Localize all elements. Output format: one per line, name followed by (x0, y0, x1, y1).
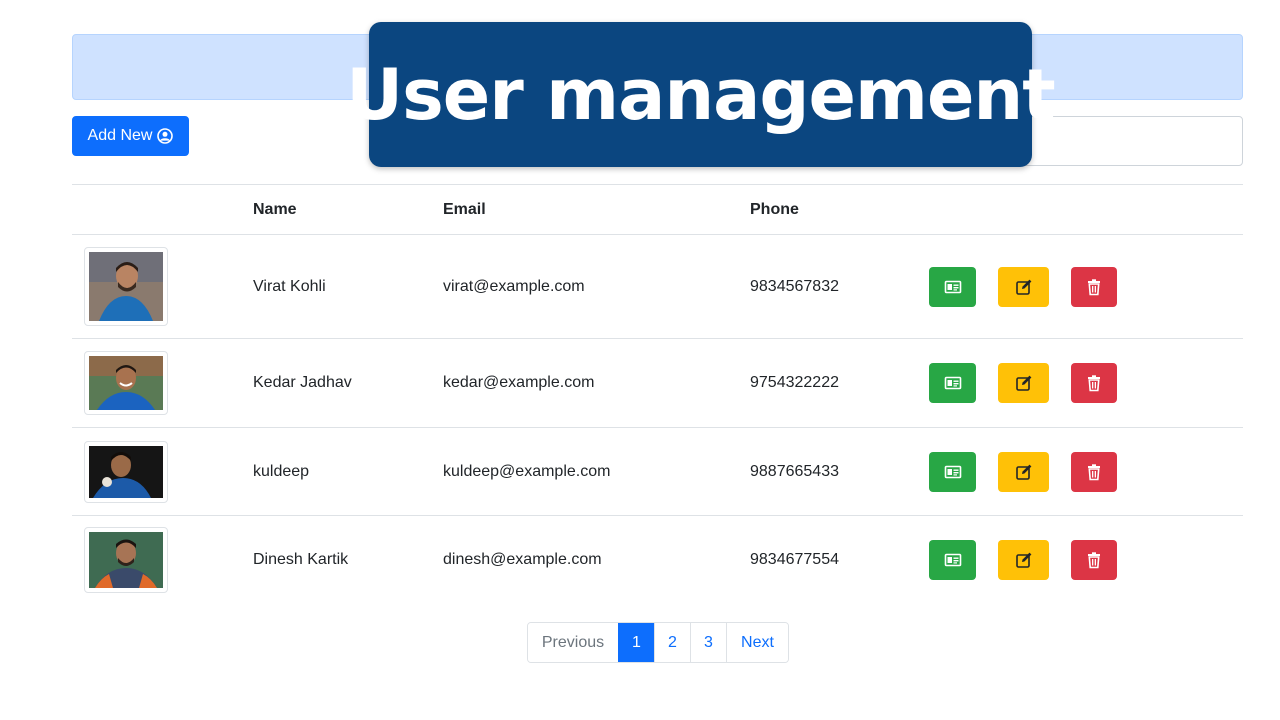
table-row: Kedar Jadhav kedar@example.com 975432222… (72, 338, 1243, 428)
trash-icon (1088, 375, 1100, 392)
user-email: kuldeep@example.com (443, 427, 750, 516)
add-new-label: Add New (87, 127, 153, 144)
delete-button[interactable] (1071, 451, 1117, 492)
pagination-previous[interactable]: Previous (528, 623, 618, 662)
user-name: Dinesh Kartik (253, 551, 349, 569)
table-row: Virat Kohli virat@example.com 9834567832 (72, 234, 1243, 339)
edit-button[interactable] (998, 540, 1049, 581)
user-circle-icon (157, 128, 174, 144)
pencil-square-icon (1015, 552, 1031, 569)
user-phone: 9834567832 (750, 234, 929, 339)
user-phone: 9887665433 (750, 427, 929, 516)
view-button[interactable] (929, 451, 976, 492)
user-phone: 9834677554 (750, 551, 839, 569)
table-row: kuldeep kuldeep@example.com 9887665433 (72, 427, 1243, 516)
user-photo (84, 247, 168, 326)
id-card-icon (944, 280, 961, 293)
user-photo (84, 527, 168, 594)
pencil-square-icon (1015, 375, 1031, 391)
title-banner-text: User management (346, 53, 1055, 136)
user-phone: 9754322222 (750, 338, 929, 428)
pagination: Previous 1 2 3 Next (527, 622, 789, 663)
user-photo (84, 440, 168, 503)
table-row: Dinesh Kartik dinesh@example.com 9834677… (72, 516, 1243, 605)
id-card-icon (944, 376, 961, 390)
user-email: kedar@example.com (443, 338, 750, 428)
view-button[interactable] (929, 363, 976, 403)
header-email: Email (443, 184, 750, 235)
header-actions (929, 184, 1243, 235)
title-banner: User management (346, 22, 1056, 167)
row-actions (929, 451, 1243, 492)
trash-icon (1088, 278, 1100, 295)
pencil-square-icon (1015, 464, 1031, 480)
id-card-icon (944, 553, 961, 567)
row-actions (929, 363, 1243, 403)
row-actions (929, 266, 1243, 307)
view-button[interactable] (929, 266, 976, 307)
user-name: Kedar Jadhav (253, 338, 443, 428)
delete-button[interactable] (1071, 266, 1117, 307)
id-card-icon (944, 465, 961, 478)
view-button[interactable] (929, 540, 976, 581)
delete-button[interactable] (1071, 363, 1117, 403)
edit-button[interactable] (998, 363, 1049, 403)
header-phone: Phone (750, 184, 929, 235)
user-photo (84, 351, 168, 415)
pagination-next[interactable]: Next (726, 623, 788, 662)
edit-button[interactable] (998, 451, 1049, 492)
row-actions (929, 540, 1243, 581)
user-name: kuldeep (253, 427, 443, 516)
trash-icon (1088, 552, 1100, 569)
add-new-button[interactable]: Add New (72, 116, 189, 156)
header-name: Name (253, 184, 443, 235)
edit-button[interactable] (998, 266, 1049, 307)
users-table: Name Email Phone Virat Kohli virat@examp… (72, 184, 1243, 605)
user-email: dinesh@example.com (443, 551, 602, 569)
pagination-page-3[interactable]: 3 (690, 623, 726, 662)
pagination-page-1[interactable]: 1 (618, 623, 654, 662)
user-name: Virat Kohli (253, 234, 443, 339)
header-photo (72, 184, 253, 235)
user-email: virat@example.com (443, 234, 750, 339)
pagination-page-2[interactable]: 2 (654, 623, 690, 662)
pencil-square-icon (1015, 279, 1031, 295)
table-header-row: Name Email Phone (72, 184, 1243, 235)
delete-button[interactable] (1071, 540, 1117, 581)
trash-icon (1088, 463, 1100, 480)
